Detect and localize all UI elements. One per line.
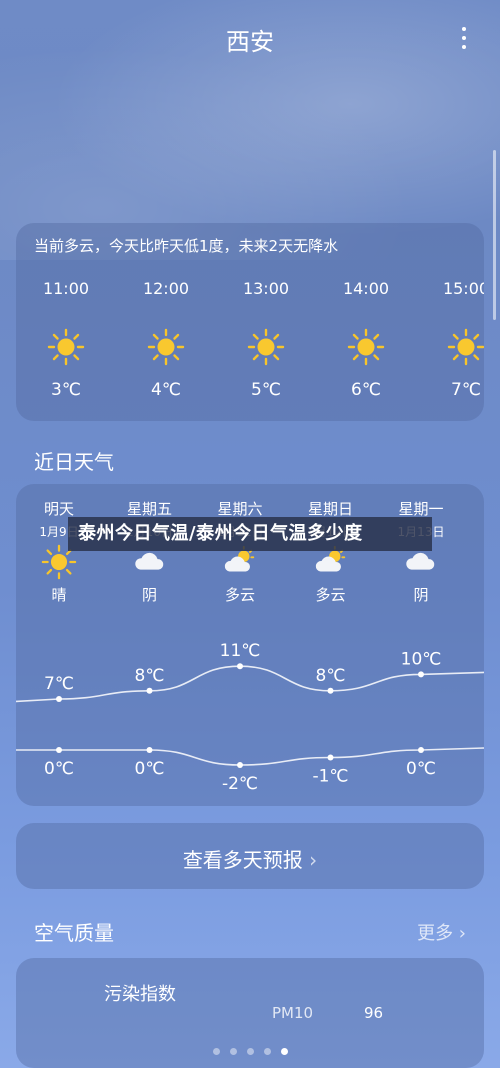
hour-item: 15:00 7℃ xyxy=(416,279,484,400)
page-dot[interactable] xyxy=(280,1048,288,1055)
day-weather: 阴 xyxy=(141,586,157,604)
high-temp-label: 10℃ xyxy=(401,649,442,669)
hour-temp: 5℃ xyxy=(251,380,281,400)
chevron-right-icon: › xyxy=(309,848,318,872)
day-weather: 晴 xyxy=(51,586,67,604)
day-name: 星期日 xyxy=(307,500,353,518)
low-temp-label: -1℃ xyxy=(312,767,348,787)
day-name: 明天 xyxy=(43,500,74,518)
hour-temp: 4℃ xyxy=(151,380,181,400)
sun-icon xyxy=(147,328,185,366)
hour-temp: 6℃ xyxy=(351,380,381,400)
hour-item: 11:00 3℃ xyxy=(16,279,116,400)
daily-section-title: 近日天气 xyxy=(34,450,114,474)
low-temp-label: 0℃ xyxy=(44,759,74,779)
hourly-forecast-card: 当前多云，今天比昨天低1度，未来2天无降水 11:00 3℃ 12:00 4℃ 13… xyxy=(16,223,484,421)
low-temp-point xyxy=(327,754,334,761)
multi-day-forecast-button[interactable]: 查看多天预报 › xyxy=(16,823,484,889)
sun-icon xyxy=(347,328,385,366)
day-item: 星期六 1月11日 多云 xyxy=(195,498,285,605)
pm10-label: PM10 xyxy=(272,1004,314,1022)
hour-item: 13:00 5℃ xyxy=(216,279,316,400)
page-dot[interactable] xyxy=(212,1048,220,1055)
low-temp-point xyxy=(56,747,62,753)
low-temp-label: 0℃ xyxy=(135,759,165,779)
hour-time: 12:00 xyxy=(142,279,190,298)
day-weather: 多云 xyxy=(315,586,346,604)
page-dot[interactable] xyxy=(246,1048,254,1055)
day-weather: 阴 xyxy=(413,586,429,604)
hour-time: 11:00 xyxy=(42,279,90,298)
header: 西安 xyxy=(0,0,500,80)
low-temp-point xyxy=(418,747,424,753)
hour-item: 14:00 6℃ xyxy=(316,279,416,400)
hour-item: 12:00 4℃ xyxy=(116,279,216,400)
day-name: 星期一 xyxy=(398,500,444,518)
day-name: 星期六 xyxy=(217,500,263,518)
high-temp-point xyxy=(418,671,424,678)
sun-icon xyxy=(247,328,285,366)
high-temp-point xyxy=(237,663,243,670)
high-temp-label: 11℃ xyxy=(220,641,261,661)
high-temp-point xyxy=(327,687,334,694)
sun-icon xyxy=(447,328,484,366)
hour-time: 13:00 xyxy=(242,279,290,298)
day-item: 星期一 1月13日 阴 xyxy=(376,498,466,605)
day-item: 星期日 1月12日 多云 xyxy=(286,498,376,605)
low-temp-point xyxy=(146,747,153,753)
low-temp-label: -2℃ xyxy=(222,774,258,794)
day-item: 星期五 1月10日 阴 xyxy=(105,498,195,605)
high-temp-line xyxy=(16,665,484,703)
pm10-value: 96 xyxy=(364,1004,384,1022)
weather-summary: 当前多云，今天比昨天低1度，未来2天无降水 xyxy=(34,237,339,255)
high-temp-point xyxy=(56,696,62,702)
high-temp-point xyxy=(146,687,153,694)
high-temp-label: 8℃ xyxy=(316,666,346,686)
high-temp-label: 7℃ xyxy=(44,674,74,694)
hourly-list[interactable]: 11:00 3℃ 12:00 4℃ 13:00 5℃ 14:00 6℃ 15:00 7℃ xyxy=(16,279,484,409)
day-name: 星期五 xyxy=(126,500,172,518)
overlay-banner: 泰州今日气温/泰州今日气温多少度 xyxy=(68,517,432,551)
sun-icon xyxy=(47,328,85,366)
forecast-button-label: 查看多天预报 xyxy=(182,848,303,872)
page-dot[interactable] xyxy=(229,1048,237,1055)
city-title: 西安 xyxy=(226,28,274,56)
air-more-link[interactable]: 更多 › xyxy=(417,919,466,945)
hour-time: 14:00 xyxy=(342,279,390,298)
day-item: 明天 1月9日 晴 xyxy=(16,498,104,605)
hour-temp: 3℃ xyxy=(51,380,81,400)
low-temp-point xyxy=(237,762,243,768)
hour-time: 15:00 xyxy=(442,279,484,298)
page-indicator[interactable] xyxy=(0,1040,500,1055)
page-dot[interactable] xyxy=(263,1048,271,1055)
pollution-index-label: 污染指数 xyxy=(104,984,176,1005)
hour-temp: 7℃ xyxy=(451,380,481,400)
air-quality-title: 空气质量 xyxy=(34,921,114,945)
low-temp-label: 0℃ xyxy=(406,759,436,779)
day-weather: 多云 xyxy=(224,586,255,604)
high-temp-label: 8℃ xyxy=(135,666,165,686)
more-options-icon[interactable] xyxy=(458,24,470,54)
scrollbar[interactable] xyxy=(493,150,496,320)
